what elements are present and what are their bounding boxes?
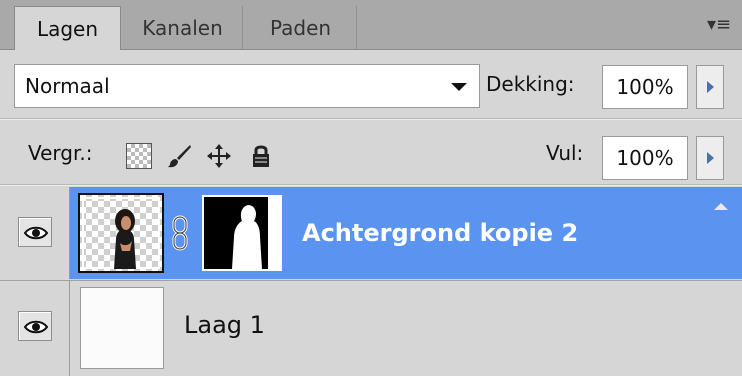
lock-row: Vergr.: Vul: 100% [0,121,742,185]
layer-mask-thumbnail[interactable] [202,195,282,271]
divider [0,184,742,186]
dropdown-arrow-icon [451,83,467,91]
layer-thumbnail[interactable] [80,287,164,369]
opacity-field[interactable]: 100% [602,65,688,109]
tab-paden[interactable]: Paden [245,6,357,50]
blend-mode-value: Normaal [25,74,110,98]
fill-field[interactable]: 100% [602,136,688,180]
visibility-cell [0,187,70,279]
eye-icon[interactable] [18,311,52,341]
layers-panel: Lagen Kanalen Paden ▾≡ Normaal Dekking: … [0,0,742,376]
lock-all-icon[interactable] [248,143,274,169]
layer-row-selected[interactable]: Achtergrond kopie 2 [0,187,742,279]
layer-thumbnail[interactable] [78,193,164,273]
tab-kanalen[interactable]: Kanalen [123,6,243,50]
tab-bar: Lagen Kanalen Paden ▾≡ [0,0,742,50]
blend-row: Normaal Dekking: 100% [0,50,742,118]
eye-icon[interactable] [18,217,52,247]
scroll-up-arrow-icon[interactable] [714,203,728,210]
layer-name[interactable]: Achtergrond kopie 2 [302,217,578,249]
blend-mode-select[interactable]: Normaal [14,64,480,108]
lock-brush-icon[interactable] [166,143,192,169]
fill-slider-button[interactable] [696,136,724,180]
panel-menu-icon[interactable]: ▾≡ [706,14,732,36]
lock-label: Vergr.: [28,141,93,165]
tab-lagen[interactable]: Lagen [14,6,121,50]
fill-label: Vul: [546,141,584,165]
lock-move-icon[interactable] [206,143,232,169]
layer-list: Achtergrond kopie 2 Laag 1 [0,187,742,376]
opacity-label: Dekking: [486,72,575,96]
visibility-cell [0,281,70,376]
divider [0,118,742,120]
layer-name[interactable]: Laag 1 [184,309,265,341]
mask-link-icon[interactable] [170,215,192,251]
layer-row[interactable]: Laag 1 [0,280,742,376]
opacity-slider-button[interactable] [696,65,724,109]
lock-transparent-icon[interactable] [126,143,152,169]
